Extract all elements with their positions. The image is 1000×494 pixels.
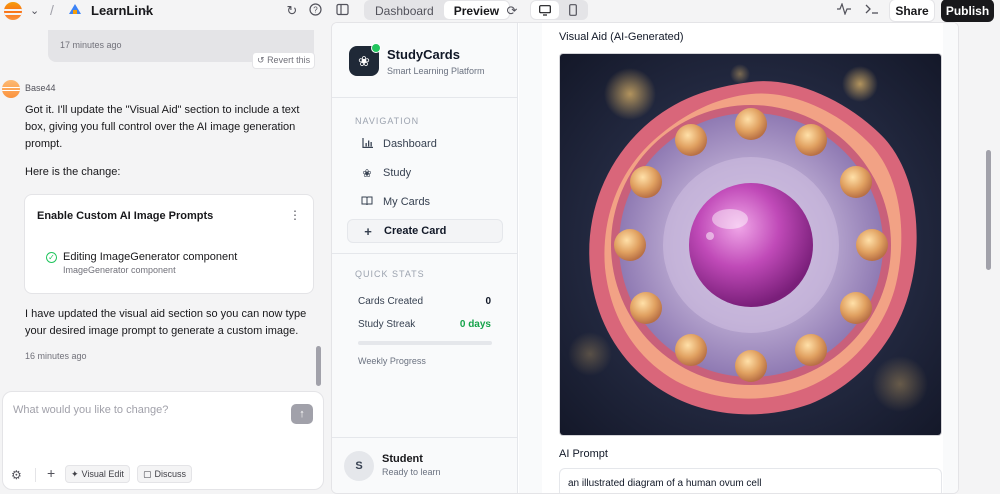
- tab-dashboard[interactable]: Dashboard: [365, 1, 444, 19]
- terminal-icon[interactable]: [864, 3, 880, 19]
- nav-label: My Cards: [383, 196, 431, 208]
- input-divider: [35, 468, 36, 482]
- check-circle-icon: ✓: [46, 252, 57, 263]
- user-avatar[interactable]: S: [344, 451, 374, 481]
- nav-heading: NAVIGATION: [355, 116, 420, 126]
- help-icon[interactable]: ?: [307, 3, 323, 19]
- desktop-view-button[interactable]: [531, 1, 559, 19]
- phone-icon: [569, 4, 577, 16]
- mobile-view-button[interactable]: [559, 1, 587, 19]
- brand-name: StudyCards: [387, 47, 460, 62]
- app-sidebar: ❀ StudyCards Smart Learning Platform NAV…: [332, 23, 518, 493]
- project-icon: [69, 4, 81, 14]
- app-preview: ❀ StudyCards Smart Learning Platform NAV…: [331, 22, 959, 494]
- view-toggle: Dashboard Preview: [364, 0, 511, 20]
- sidebar-divider: [332, 253, 518, 254]
- brand-tagline: Smart Learning Platform: [387, 66, 485, 76]
- svg-text:?: ?: [313, 6, 318, 15]
- bar-chart-icon: [357, 137, 377, 151]
- task-title: Enable Custom AI Image Prompts: [37, 210, 214, 222]
- add-attachment-icon[interactable]: +: [47, 465, 55, 481]
- create-card-content: Visual Aid (AI-Generated) AI Prompt an i…: [519, 23, 958, 493]
- send-button[interactable]: ↑: [291, 404, 313, 424]
- visual-aid-label: Visual Aid (AI-Generated): [559, 31, 684, 43]
- chat-panel: 17 minutes ago ↺ Revert this Base44 Got …: [0, 22, 328, 494]
- online-indicator: [371, 43, 381, 53]
- stat-value-cards-created: 0: [485, 296, 491, 307]
- activity-icon[interactable]: [836, 2, 852, 19]
- nav-item-create-card[interactable]: + Create Card: [347, 219, 503, 243]
- message-intro: Got it. I'll update the "Visual Aid" sec…: [25, 104, 300, 150]
- chat-input-box: ↑ ⚙ + ✦ Visual Edit ▢ Discuss: [2, 391, 324, 490]
- preview-scrollbar[interactable]: [986, 150, 991, 270]
- publish-button[interactable]: Publish: [941, 0, 994, 22]
- discuss-label: Discuss: [154, 469, 187, 479]
- arrow-up-icon: ↑: [299, 408, 305, 420]
- top-bar: ⌄ / LearnLink ⌄ ↻ ? Dashboard Preview ⟳ …: [0, 0, 1000, 22]
- task-item: Editing ImageGenerator component: [63, 251, 238, 263]
- message-author: Base44: [25, 83, 56, 93]
- user-name: Student: [382, 453, 423, 465]
- history-icon[interactable]: ↻: [284, 3, 300, 19]
- content-gutter: [943, 23, 958, 493]
- nav-item-my-cards[interactable]: My Cards: [347, 190, 503, 214]
- nav-label: Create Card: [384, 225, 447, 237]
- revert-button[interactable]: ↺ Revert this: [252, 52, 316, 69]
- chat-input[interactable]: [13, 404, 283, 444]
- previous-message-time: 17 minutes ago: [60, 40, 122, 50]
- device-toggle: [530, 0, 588, 20]
- nav-item-study[interactable]: ❀ Study: [347, 161, 503, 185]
- breadcrumb-separator: /: [50, 2, 54, 18]
- visual-edit-button[interactable]: ✦ Visual Edit: [65, 465, 130, 483]
- more-options-icon[interactable]: ⋮: [289, 208, 301, 222]
- task-item-sub: ImageGenerator component: [63, 265, 176, 275]
- plus-icon: +: [364, 223, 372, 239]
- stat-value-study-streak: 0 days: [459, 319, 491, 330]
- message-done: I have updated the visual aid section so…: [25, 308, 307, 337]
- stat-label-cards-created: Cards Created: [358, 296, 424, 307]
- refresh-icon[interactable]: ⟳: [504, 3, 520, 19]
- brain-icon: ❀: [362, 167, 372, 180]
- tab-preview[interactable]: Preview: [443, 1, 510, 19]
- nav-label: Dashboard: [383, 138, 437, 150]
- nav-item-dashboard[interactable]: Dashboard: [347, 132, 503, 156]
- chat-bubble-icon: ▢: [143, 468, 152, 479]
- discuss-button[interactable]: ▢ Discuss: [137, 465, 193, 483]
- task-card[interactable]: Enable Custom AI Image Prompts ⋮ ✓ Editi…: [24, 194, 314, 294]
- message-change: Here is the change:: [25, 166, 121, 178]
- book-icon: [357, 196, 377, 209]
- sidebar-divider: [332, 97, 518, 98]
- visual-edit-label: Visual Edit: [81, 469, 124, 479]
- sidebar-divider: [332, 437, 518, 438]
- revert-label: Revert this: [267, 55, 311, 65]
- monitor-icon: [539, 4, 551, 16]
- content-gutter: [519, 23, 542, 493]
- generated-ovum-image: [559, 53, 942, 436]
- base44-logo-icon[interactable]: [4, 2, 22, 20]
- share-button[interactable]: Share: [889, 0, 935, 22]
- sidebar-toggle-icon[interactable]: [334, 3, 350, 19]
- weekly-progress-bar: [358, 341, 492, 345]
- workspace-chevron-down-icon[interactable]: ⌄: [30, 4, 39, 17]
- user-status: Ready to learn: [382, 467, 441, 477]
- stat-label-study-streak: Study Streak: [358, 319, 416, 330]
- chat-scrollbar[interactable]: [316, 346, 321, 386]
- nav-label: Study: [383, 167, 412, 179]
- ai-prompt-label: AI Prompt: [559, 448, 608, 460]
- message-time: 16 minutes ago: [25, 351, 87, 361]
- stats-heading: QUICK STATS: [355, 269, 425, 279]
- base44-avatar: [2, 80, 20, 98]
- project-chevron-down-icon[interactable]: ⌄: [142, 4, 150, 15]
- weekly-progress-label: Weekly Progress: [358, 356, 426, 366]
- undo-icon: ↺: [257, 55, 265, 65]
- sparkle-icon: ✦: [71, 468, 79, 479]
- ai-prompt-input[interactable]: an illustrated diagram of a human ovum c…: [559, 468, 942, 493]
- settings-gear-icon[interactable]: ⚙: [11, 468, 22, 482]
